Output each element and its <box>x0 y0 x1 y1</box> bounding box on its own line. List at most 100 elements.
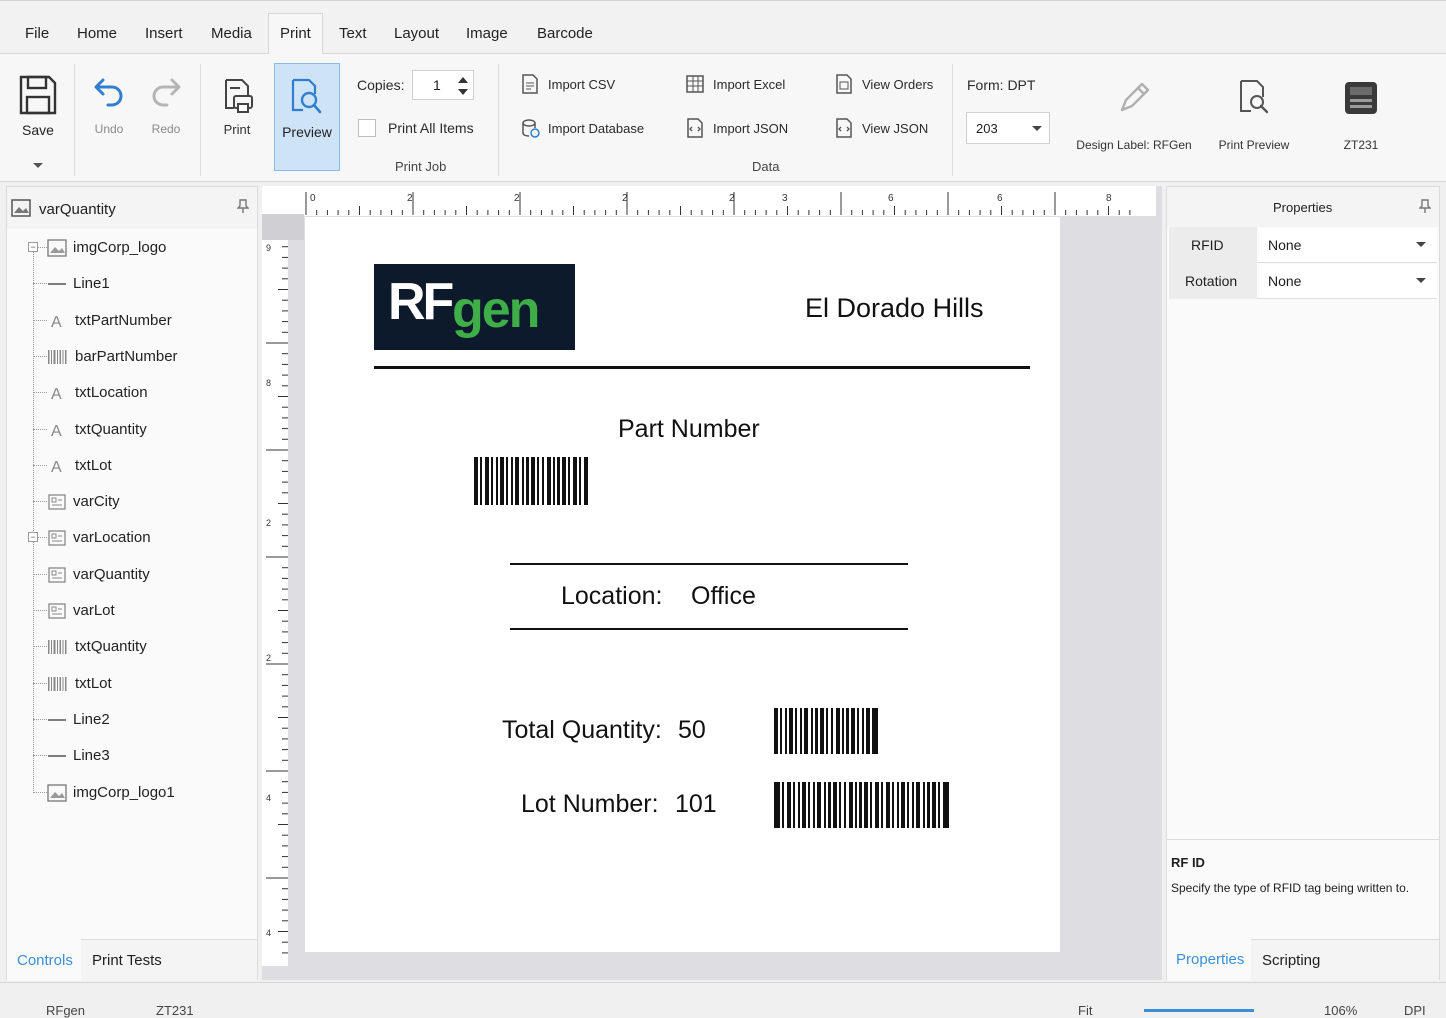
expand-toggle-icon[interactable]: − <box>28 532 38 543</box>
view-orders-button[interactable]: View Orders <box>834 74 933 94</box>
undo-button[interactable]: Undo <box>88 74 130 136</box>
tab-controls[interactable]: Controls <box>7 939 81 981</box>
menu-image[interactable]: Image <box>455 13 519 55</box>
print-preview-button[interactable]: Print Preview <box>1208 78 1300 152</box>
lot-value[interactable]: 101 <box>675 790 717 819</box>
barcode-bar <box>824 782 826 828</box>
prop-row-rfid: RFID None <box>1169 227 1437 263</box>
tab-controls-label: Controls <box>17 952 73 969</box>
tree-item-label: barPartNumber <box>75 347 178 365</box>
tree-item[interactable]: imgCorp_logo <box>7 233 257 263</box>
status-zoom[interactable]: 106% <box>1324 1003 1357 1018</box>
redo-button[interactable]: Redo <box>145 74 187 136</box>
tree-item[interactable]: varCity <box>7 487 257 517</box>
line3[interactable] <box>510 628 908 630</box>
location-value[interactable]: Office <box>691 582 756 611</box>
tree-branch <box>33 755 47 757</box>
status-fit[interactable]: Fit <box>1078 1003 1092 1018</box>
barcode-bar <box>500 457 504 505</box>
stepper-arrows-icon[interactable] <box>457 75 469 97</box>
line1[interactable] <box>374 366 1030 369</box>
barcode-bar <box>526 457 529 505</box>
print-all-items-checkbox[interactable] <box>358 119 376 137</box>
chevron-down-icon[interactable] <box>32 162 44 170</box>
printer-button[interactable]: ZT231 <box>1330 78 1392 152</box>
line2[interactable] <box>510 563 908 565</box>
tree-item-label: txtLot <box>75 674 112 692</box>
location-label[interactable]: Location: <box>561 582 662 611</box>
quantity-value[interactable]: 50 <box>678 716 706 745</box>
json-icon <box>687 118 703 138</box>
tree-item[interactable]: varQuantity <box>7 560 257 590</box>
import-csv-button[interactable]: Import CSV <box>520 74 615 94</box>
barcode-bar <box>870 782 872 828</box>
tree-item[interactable]: txtLot <box>7 669 257 699</box>
import-excel-button[interactable]: Import Excel <box>685 74 785 94</box>
design-label-button[interactable]: Design Label: RFGen <box>1068 78 1200 152</box>
city-text[interactable]: El Dorado Hills <box>805 293 984 324</box>
quantity-label[interactable]: Total Quantity: <box>502 716 662 745</box>
menu-home[interactable]: Home <box>66 13 128 55</box>
corp-logo[interactable]: RF gen <box>374 264 575 350</box>
menu-layout[interactable]: Layout <box>383 13 450 55</box>
tree-item[interactable]: AtxtQuantity <box>7 415 257 445</box>
splitter[interactable] <box>1167 839 1439 840</box>
print-preview-icon <box>1240 80 1269 114</box>
quantity-barcode[interactable] <box>774 708 910 754</box>
properties-tabs: Properties Scripting <box>1167 939 1439 981</box>
tree-item[interactable]: AtxtLot <box>7 451 257 481</box>
label-preview[interactable]: RF gen El Dorado Hills Part Number Locat… <box>305 217 1060 952</box>
status-dpi: DPI <box>1404 1003 1426 1018</box>
rfid-select[interactable]: None <box>1259 228 1437 262</box>
preview-button[interactable]: Preview <box>274 63 340 171</box>
tree-item[interactable]: imgCorp_logo1 <box>7 778 257 808</box>
barcode-bar <box>828 782 831 828</box>
tab-print-tests[interactable]: Print Tests <box>81 940 181 982</box>
barcode-bar <box>912 782 914 828</box>
menu-barcode[interactable]: Barcode <box>526 13 604 55</box>
tree-item[interactable]: varLot <box>7 596 257 626</box>
tree-item-label: txtQuantity <box>75 638 147 656</box>
tree-item[interactable]: AtxtPartNumber <box>7 306 257 336</box>
tab-scripting[interactable]: Scripting <box>1251 940 1341 982</box>
menu-print[interactable]: Print <box>268 13 323 55</box>
printer-label: ZT231 <box>1343 138 1379 152</box>
view-json-button[interactable]: View JSON <box>834 118 928 138</box>
lot-barcode[interactable] <box>774 782 1006 828</box>
part-number-barcode[interactable] <box>474 457 612 505</box>
redo-icon <box>152 78 181 107</box>
print-job-group-label: Print Job <box>395 159 447 174</box>
tree-item[interactable]: txtQuantity <box>7 632 257 662</box>
lot-label[interactable]: Lot Number: <box>521 790 659 819</box>
tree-item[interactable]: Line2 <box>7 705 257 735</box>
tab-properties[interactable]: Properties <box>1167 939 1251 981</box>
pin-icon[interactable] <box>237 199 249 213</box>
barcode-bar <box>820 708 824 754</box>
expand-toggle-icon[interactable]: − <box>28 242 38 252</box>
tree-item[interactable]: AtxtLocation <box>7 378 257 408</box>
dpi-select[interactable]: 203 <box>966 112 1050 144</box>
database-icon <box>522 119 540 138</box>
barcode-bar <box>836 708 840 754</box>
pin-icon[interactable] <box>1419 199 1431 213</box>
tree-item[interactable]: Line1 <box>7 269 257 299</box>
copies-stepper[interactable]: 1 <box>412 70 474 100</box>
print-button[interactable]: Print <box>214 78 260 137</box>
tree-item[interactable]: Line3 <box>7 741 257 771</box>
menu-text[interactable]: Text <box>328 13 378 55</box>
import-database-button[interactable]: Import Database <box>520 118 644 138</box>
save-button[interactable]: Save <box>14 74 62 138</box>
rotation-select[interactable]: None <box>1259 264 1437 298</box>
tree-item[interactable]: varLocation <box>7 523 257 553</box>
part-number-title[interactable]: Part Number <box>618 415 760 444</box>
barcode-bar <box>557 457 560 505</box>
panel-header: varQuantity <box>7 187 257 229</box>
ruler-label: 9 <box>266 243 271 253</box>
menu-insert[interactable]: Insert <box>134 13 194 55</box>
menu-media[interactable]: Media <box>200 13 263 55</box>
import-json-button[interactable]: Import JSON <box>685 118 788 138</box>
tree-item[interactable]: barPartNumber <box>7 342 257 372</box>
tab-properties-label: Properties <box>1176 951 1245 968</box>
menu-file[interactable]: File <box>14 13 60 55</box>
barcode-bar <box>480 457 482 505</box>
